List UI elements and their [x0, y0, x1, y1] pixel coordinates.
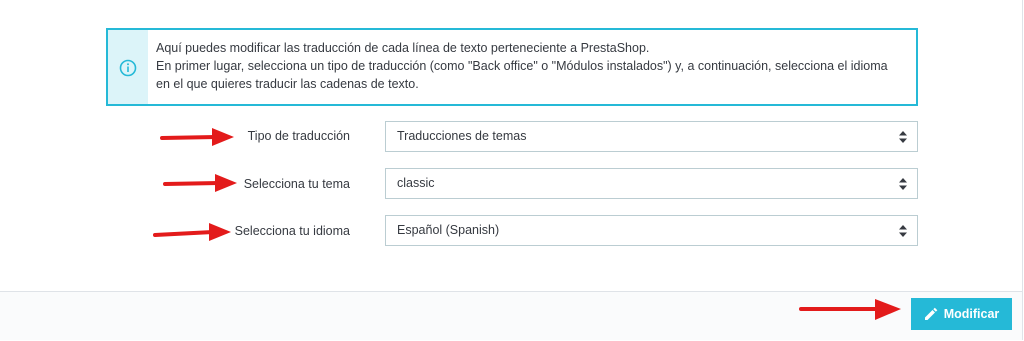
alert-line: Aquí puedes modificar las traducción de …	[156, 41, 650, 55]
modify-button-label: Modificar	[943, 307, 1000, 321]
alert-icon-column	[108, 30, 148, 104]
translation-type-label: Tipo de traducción	[247, 129, 350, 143]
alert-message: Aquí puedes modificar las traducción de …	[156, 39, 906, 93]
info-alert: Aquí puedes modificar las traducción de …	[106, 28, 918, 106]
red-arrow-annotation	[799, 299, 901, 320]
alert-line: en el que quieres traducir las cadenas d…	[156, 77, 419, 91]
red-arrow-annotation	[160, 128, 234, 146]
translation-type-value: Traducciones de temas	[397, 129, 527, 143]
language-select[interactable]: Español (Spanish)	[385, 215, 918, 246]
translation-type-select[interactable]: Traducciones de temas	[385, 121, 918, 152]
modify-button[interactable]: Modificar	[911, 298, 1012, 330]
select-sort-icon	[899, 131, 907, 143]
language-value: Español (Spanish)	[397, 223, 500, 237]
info-icon	[119, 59, 137, 77]
select-sort-icon	[899, 225, 907, 237]
select-sort-icon	[899, 178, 907, 190]
pencil-icon	[924, 307, 938, 320]
theme-select[interactable]: classic	[385, 168, 918, 199]
theme-value: classic	[397, 176, 435, 190]
theme-label: Selecciona tu tema	[243, 177, 350, 191]
red-arrow-annotation	[153, 223, 231, 241]
alert-line: En primer lugar, selecciona un tipo de t…	[156, 59, 888, 73]
language-label: Selecciona tu idioma	[234, 224, 350, 238]
red-arrow-annotation	[163, 174, 237, 192]
